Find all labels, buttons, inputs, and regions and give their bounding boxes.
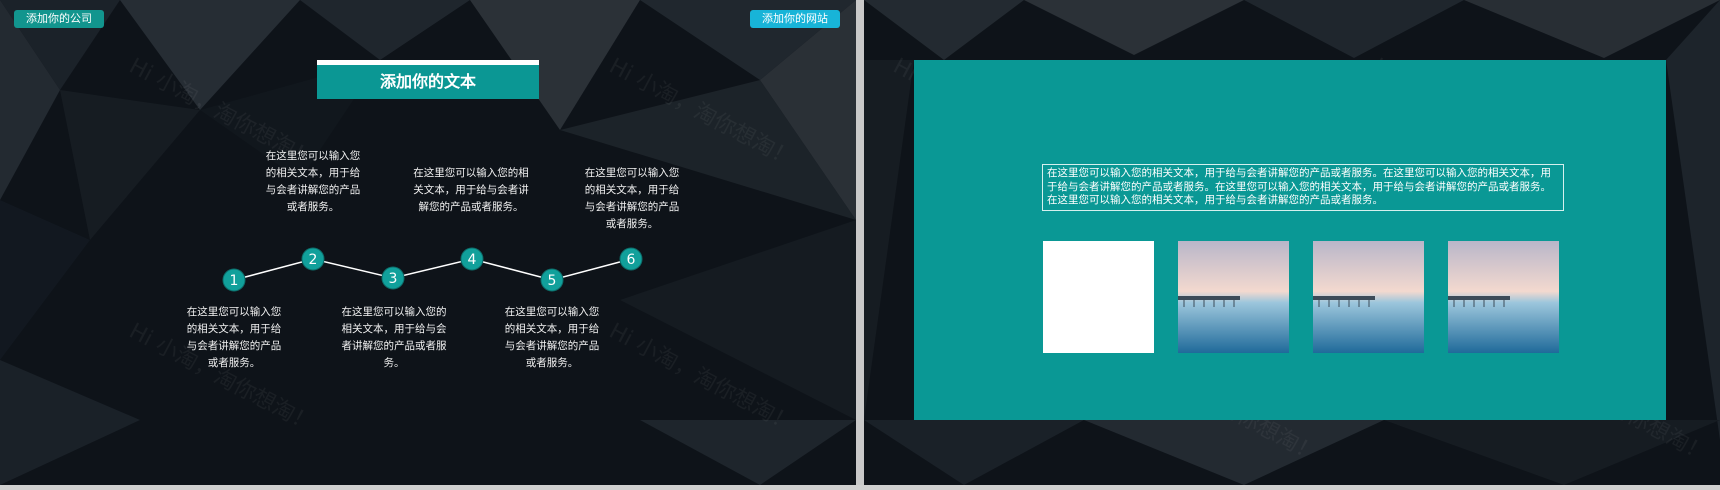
step-node-4: 4 [460, 247, 484, 271]
timeline-line [233, 258, 632, 281]
step-node-6: 6 [619, 247, 643, 271]
image-placeholder[interactable] [1043, 241, 1154, 353]
svg-text:6: 6 [627, 252, 636, 268]
pier-photo[interactable] [1178, 241, 1289, 353]
step-5-text: 在这里您可以输入您的相关文本，用于给与会者讲解您的产品或者服务。 [504, 306, 600, 369]
step-node-3: 3 [381, 266, 405, 290]
timeline: 1 2 3 4 5 6 [222, 247, 643, 292]
svg-text:3: 3 [389, 271, 398, 287]
step-3-text: 在这里您可以输入您的相关文本，用于给与会者讲解您的产品或者服务。 [341, 306, 447, 369]
step-6-text: 在这里您可以输入您的相关文本，用于给与会者讲解您的产品或者服务。 [584, 167, 680, 230]
step-4-text: 在这里您可以输入您的相关文本，用于给与会者讲解您的产品或者服务。 [413, 167, 529, 213]
bottom-strip [0, 485, 1720, 490]
step-1-text: 在这里您可以输入您的相关文本，用于给与会者讲解您的产品或者服务。 [186, 306, 282, 369]
svg-text:4: 4 [468, 252, 477, 268]
step-node-2: 2 [301, 247, 325, 271]
slide-divider [856, 0, 864, 490]
slide-2: Hi 小淘，淘你想淘！ Hi 小淘，淘你想淘！ Hi 小淘，淘你想淘！ Hi 小… [864, 0, 1720, 485]
svg-text:2: 2 [309, 252, 318, 268]
pier-photo[interactable] [1313, 241, 1424, 353]
pier-photo[interactable] [1448, 241, 1559, 353]
teal-content-panel: 在这里您可以输入您的相关文本，用于给与会者讲解您的产品或者服务。在这里您可以输入… [914, 60, 1666, 420]
svg-text:5: 5 [548, 273, 557, 289]
slide-1: Hi 小淘，淘你想淘！ Hi 小淘，淘你想淘！ Hi 小淘，淘你想淘！ Hi 小… [0, 0, 856, 485]
step-node-5: 5 [540, 268, 564, 292]
body-text-box[interactable]: 在这里您可以输入您的相关文本，用于给与会者讲解您的产品或者服务。在这里您可以输入… [1042, 164, 1564, 211]
step-node-1: 1 [222, 268, 246, 292]
step-2-text: 在这里您可以输入您的相关文本，用于给与会者讲解您的产品或者服务。 [265, 150, 361, 213]
svg-text:1: 1 [230, 273, 239, 289]
